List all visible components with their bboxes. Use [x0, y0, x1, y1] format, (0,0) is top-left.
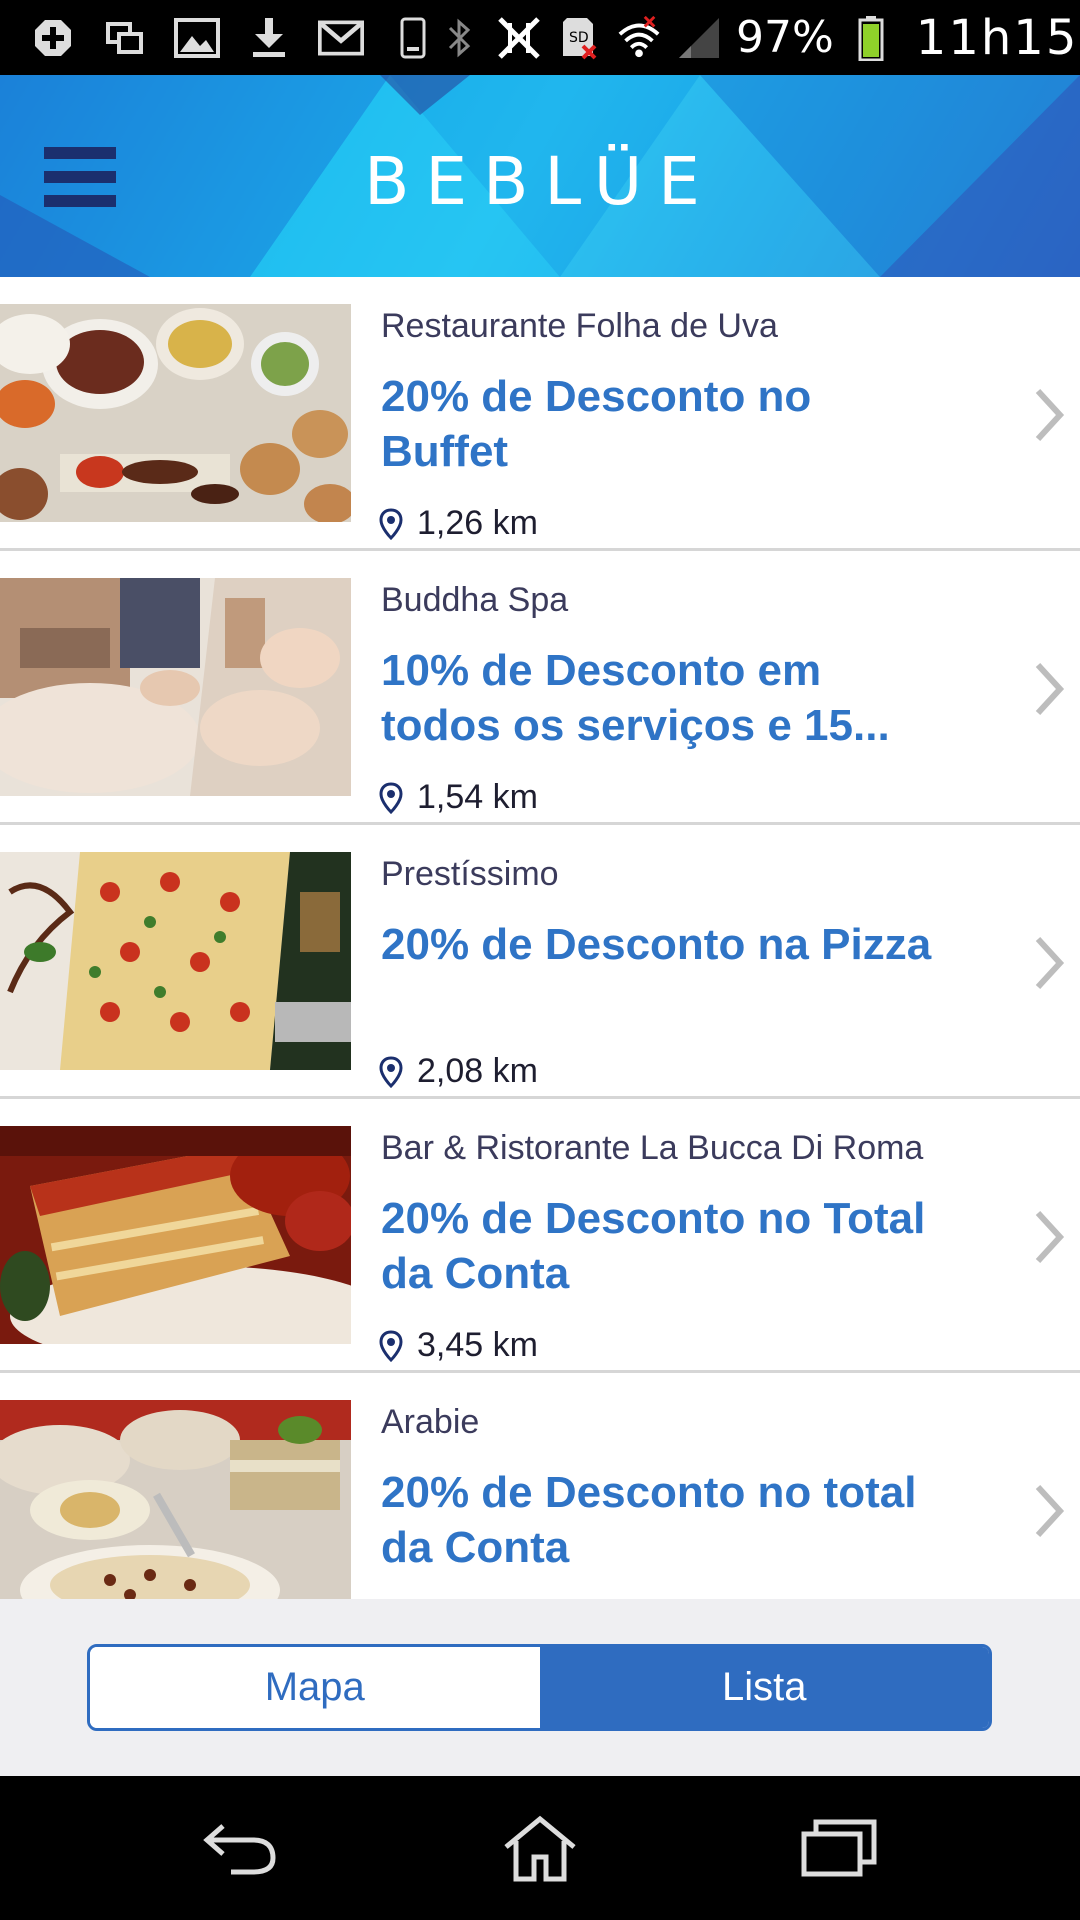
offer-title: 20% de Desconto no Buffet [381, 372, 812, 476]
gmail-icon [318, 15, 364, 61]
list-view-button[interactable]: Lista [539, 1647, 989, 1728]
offer-title: 10% de Desconto em todos os serviços e 1… [381, 646, 890, 750]
back-icon[interactable] [196, 1806, 286, 1890]
signal-icon [676, 15, 722, 61]
pizza-photo [0, 852, 351, 1070]
chevron-right-icon [1035, 1484, 1065, 1538]
view-toggle-area: Mapa Lista [0, 1599, 1080, 1776]
add-icon [30, 15, 76, 61]
vendor-name: Bar & Ristorante La Bucca Di Roma [381, 1129, 924, 1167]
sd-card-error-icon: SD [556, 15, 602, 61]
chevron-right-icon [1035, 388, 1065, 442]
arabic-food-photo [0, 1400, 351, 1599]
brand-logo: BEBLÜE [364, 143, 716, 220]
distance-text: 1,54 km [417, 778, 538, 816]
distance-row: 2,08 km [379, 1052, 538, 1091]
offer-title: 20% de Desconto no Total da Conta [381, 1194, 926, 1298]
offer-title: 20% de Desconto no total da Conta [381, 1468, 917, 1572]
download-icon [246, 15, 292, 61]
lasagna-photo [0, 1126, 351, 1344]
map-view-button[interactable]: Mapa [90, 1647, 540, 1728]
distance-text: 3,45 km [417, 1326, 538, 1364]
chevron-right-icon [1035, 936, 1065, 990]
battery-icon [848, 15, 894, 61]
screens-icon [102, 15, 148, 61]
bluetooth-icon [436, 15, 482, 61]
spa-massage-photo [0, 578, 351, 796]
offer-list[interactable]: Restaurante Folha de Uva 20% de Desconto… [0, 277, 1080, 1599]
vendor-name: Prestíssimo [381, 855, 559, 893]
clock: 11h15 [915, 9, 1079, 66]
recent-apps-icon[interactable] [795, 1806, 885, 1890]
battery-percent: 97% [736, 12, 834, 63]
home-icon[interactable] [495, 1806, 585, 1890]
svg-text:SD: SD [569, 30, 589, 46]
distance-row: 1,54 km [379, 778, 538, 817]
food-platter-photo [0, 304, 351, 522]
view-toggle: Mapa Lista [87, 1644, 992, 1731]
location-pin-icon [379, 507, 403, 540]
vendor-name: Buddha Spa [381, 581, 569, 619]
offer-title: 20% de Desconto na Pizza [381, 920, 932, 969]
chevron-right-icon [1035, 662, 1065, 716]
list-item[interactable]: Prestíssimo 20% de Desconto na Pizza 2,0… [0, 825, 1080, 1099]
list-item[interactable]: Restaurante Folha de Uva 20% de Desconto… [0, 277, 1080, 551]
distance-row: 3,45 km [379, 1326, 538, 1365]
distance-text: 2,08 km [417, 1052, 538, 1090]
status-bar: SD 97% 11h15 [0, 0, 1080, 75]
nfc-off-icon [496, 15, 542, 61]
app-header: BEBLÜE [0, 75, 1080, 277]
system-nav-bar [0, 1776, 1080, 1920]
list-item[interactable]: Buddha Spa 10% de Desconto em todos os s… [0, 551, 1080, 825]
vendor-name: Arabie [381, 1403, 480, 1441]
list-item[interactable]: Arabie 20% de Desconto no total da Conta [0, 1373, 1080, 1599]
wifi-icon [616, 15, 662, 61]
distance-text: 1,26 km [417, 504, 538, 542]
location-pin-icon [379, 1329, 403, 1362]
image-icon [174, 15, 220, 61]
location-pin-icon [379, 1055, 403, 1088]
chevron-right-icon [1035, 1210, 1065, 1264]
phone-icon [390, 15, 436, 61]
location-pin-icon [379, 781, 403, 814]
vendor-name: Restaurante Folha de Uva [381, 307, 778, 345]
distance-row: 1,26 km [379, 504, 538, 543]
list-item[interactable]: Bar & Ristorante La Bucca Di Roma 20% de… [0, 1099, 1080, 1373]
